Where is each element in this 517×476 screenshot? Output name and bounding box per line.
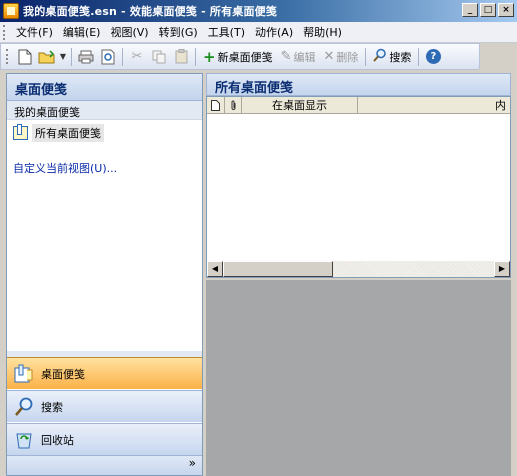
folder-all-notes-label: 所有桌面便笺 [32,124,104,142]
search-button[interactable]: 搜索 [369,47,415,67]
delete-x-icon: ✕ [323,49,335,64]
toolbar-separator [418,47,420,66]
notes-list-header: 在桌面显示 内 [207,97,510,114]
nav-button-recycle-bin[interactable]: 回收站 [7,423,202,455]
reading-pane [206,280,511,476]
app-icon [3,3,19,19]
column-show-on-desktop[interactable]: 在桌面显示 [242,97,358,113]
toolbar-separator [71,47,72,66]
scroll-thumb[interactable] [223,261,333,277]
new-document-icon[interactable] [14,47,36,67]
edit-label: 编辑 [293,50,316,64]
nav-button-notes[interactable]: 桌面便笺 [7,357,202,389]
edit-button[interactable]: ✎ 编辑 [277,47,320,67]
delete-label: 删除 [336,50,359,64]
nav-group-my-notes[interactable]: 我的桌面便笺 [7,101,202,120]
menu-view[interactable]: 视图(V) [105,24,153,40]
column-type-icon[interactable] [207,97,225,113]
help-glyph: ? [425,49,441,64]
cut-icon[interactable]: ✂ [126,47,148,67]
menu-bar: 文件(F) 编辑(E) 视图(V) 转到(G) 工具(T) 动作(A) 帮助(H… [0,22,517,43]
nav-expand-chevron-icon[interactable]: » [7,455,202,475]
nav-button-notes-label: 桌面便笺 [41,367,85,381]
help-icon[interactable]: ? [422,47,444,67]
column-content[interactable]: 内 [358,97,510,113]
toolbar-separator [365,47,367,66]
dropdown-arrow-icon[interactable]: ▼ [58,47,68,67]
scroll-left-icon[interactable]: ◀ [207,261,223,277]
pencil-icon: ✎ [280,49,292,64]
menu-actions[interactable]: 动作(A) [250,24,298,40]
main-pane: 所有桌面便笺 在桌面显示 内 ◀ ▶ [206,73,511,476]
notes-list[interactable]: 在桌面显示 内 ◀ ▶ [206,96,511,278]
menu-file[interactable]: 文件(F) [11,24,58,40]
main-header: 所有桌面便笺 [206,73,511,96]
paste-icon[interactable] [170,47,192,67]
print-preview-icon[interactable] [97,47,119,67]
nav-button-recycle-bin-label: 回收站 [41,433,74,447]
window-controls: _ □ × [462,3,514,17]
plus-icon: + [203,47,216,66]
menu-help[interactable]: 帮助(H) [298,24,347,40]
toolbar-separator [195,47,196,66]
nav-button-search[interactable]: 搜索 [7,390,202,422]
horizontal-scrollbar[interactable]: ◀ ▶ [207,261,510,277]
menu-grip-icon[interactable] [3,24,7,40]
window-title: 我的桌面便笺.esn - 效能桌面便笺 - 所有桌面便笺 [23,5,278,18]
minimize-button[interactable]: _ [462,3,478,17]
print-icon[interactable] [75,47,97,67]
recycle-bin-icon [13,429,35,451]
scroll-track[interactable] [333,261,494,277]
copy-icon[interactable] [148,47,170,67]
new-note-label: 新桌面便笺 [217,50,273,64]
search-icon [13,396,35,418]
new-note-button[interactable]: + 新桌面便笺 [199,47,277,67]
nav-header: 桌面便笺 [7,74,202,101]
notes-icon [13,363,35,385]
nav-button-search-label: 搜索 [41,400,63,414]
navigation-pane: 桌面便笺 我的桌面便笺 所有桌面便笺 自定义当前视图(U)... 桌面便笺 搜索… [6,73,203,476]
open-folder-icon[interactable] [36,47,58,67]
menu-tools[interactable]: 工具(T) [203,24,250,40]
toolbar: ▼ ✂ + 新桌面便笺 ✎ 编辑 ✕ 删除 搜索 ? [0,43,480,70]
maximize-button[interactable]: □ [480,3,496,17]
search-label: 搜索 [389,50,412,64]
notes-folder-icon [13,124,28,140]
customize-view-link[interactable]: 自定义当前视图(U)... [13,160,202,176]
menu-edit[interactable]: 编辑(E) [58,24,106,40]
toolbar-separator [122,47,123,66]
scroll-right-icon[interactable]: ▶ [494,261,510,277]
column-attachment-icon[interactable] [225,97,242,113]
delete-button[interactable]: ✕ 删除 [319,47,362,67]
close-button[interactable]: × [498,3,514,17]
title-bar: 我的桌面便笺.esn - 效能桌面便笺 - 所有桌面便笺 _ □ × [0,0,517,22]
toolbar-grip-icon[interactable] [6,49,10,64]
folder-all-notes[interactable]: 所有桌面便笺 [13,123,202,143]
menu-go[interactable]: 转到(G) [154,24,203,40]
magnifier-icon [373,48,387,66]
